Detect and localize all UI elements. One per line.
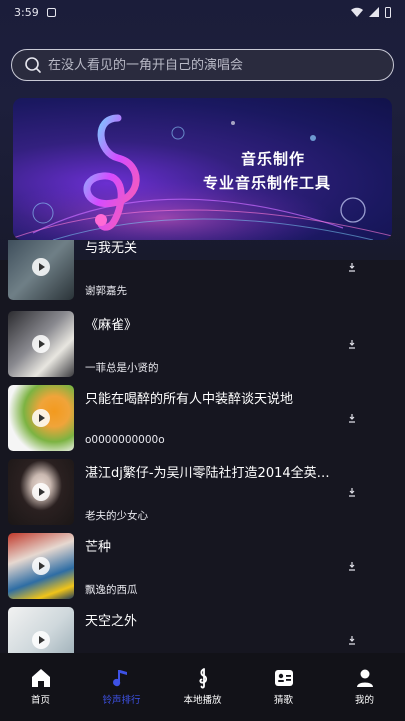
nav-item-guess-song[interactable]: 猜歌 (243, 653, 324, 721)
list-item[interactable]: 芒种 飘逸的西瓜 (0, 533, 405, 601)
nav-item-local-play[interactable]: 本地播放 (162, 653, 243, 721)
notification-icon (46, 7, 56, 17)
song-artist: 一菲总是小贤的 (85, 362, 159, 374)
wifi-icon (351, 7, 363, 17)
play-icon[interactable] (32, 557, 50, 575)
banner-subtitle: 专业音乐制作工具 (203, 174, 332, 192)
search-bar[interactable] (11, 49, 394, 81)
song-thumbnail (8, 385, 74, 451)
song-thumbnail (8, 607, 74, 653)
song-title: 芒种 (85, 540, 112, 555)
play-icon[interactable] (32, 631, 50, 649)
signal-icon (369, 7, 379, 17)
banner-artwork (13, 114, 392, 240)
song-artist: 谢郭嘉先 (85, 285, 127, 297)
song-thumbnail (8, 459, 74, 525)
play-icon[interactable] (32, 258, 50, 276)
download-icon[interactable] (347, 262, 357, 272)
home-icon (31, 669, 50, 687)
song-title: 与我无关 (85, 241, 138, 256)
search-input[interactable] (48, 57, 368, 73)
nav-label: 猜歌 (273, 695, 293, 706)
banner-title: 音乐制作 (241, 150, 306, 168)
status-bar: 3:59 (0, 0, 405, 24)
person-icon (356, 669, 373, 687)
song-title: 天空之外 (85, 614, 138, 629)
download-icon[interactable] (347, 561, 357, 571)
search-icon (25, 57, 41, 73)
list-item[interactable]: 天空之外 (0, 607, 405, 653)
song-thumbnail (8, 311, 74, 377)
download-icon[interactable] (347, 413, 357, 423)
nav-item-home[interactable]: 首页 (0, 653, 81, 721)
list-item[interactable]: 只能在喝醉的所有人中装醉谈天说地 o0000000000o (0, 385, 405, 453)
nav-label: 本地播放 (183, 695, 222, 706)
play-icon[interactable] (32, 483, 50, 501)
song-list[interactable]: 与我无关 谢郭嘉先 《麻雀》 一菲总是小贤的 只能在喝醉的所有人中装醉谈天说地 … (0, 240, 405, 653)
song-artist: 飘逸的西瓜 (85, 584, 138, 596)
promo-banner[interactable]: 音乐制作 专业音乐制作工具 (13, 98, 392, 240)
nav-item-ringtone-rank[interactable]: 铃声排行 (81, 653, 162, 721)
song-title: 湛江dj繁仔-为吴川零陆社打造2014全英文... (85, 466, 340, 481)
song-artist: 老夫的少女心 (85, 510, 148, 522)
play-icon[interactable] (32, 409, 50, 427)
quiz-card-icon (274, 670, 293, 686)
nav-label: 首页 (30, 695, 50, 706)
list-item[interactable]: 与我无关 谢郭嘉先 (0, 240, 405, 302)
play-icon[interactable] (32, 335, 50, 353)
list-item[interactable]: 湛江dj繁仔-为吴川零陆社打造2014全英文... 老夫的少女心 (0, 459, 405, 527)
song-thumbnail (8, 533, 74, 599)
status-time: 3:59 (14, 5, 39, 19)
song-title: 只能在喝醉的所有人中装醉谈天说地 (85, 392, 294, 407)
nav-label: 我的 (354, 695, 374, 706)
nav-item-profile[interactable]: 我的 (324, 653, 405, 721)
song-thumbnail (8, 240, 74, 300)
download-icon[interactable] (347, 635, 357, 645)
nav-label: 铃声排行 (102, 695, 141, 706)
song-title: 《麻雀》 (85, 318, 138, 333)
download-icon[interactable] (347, 487, 357, 497)
treble-clef-icon (198, 668, 207, 689)
song-artist: o0000000000o (85, 434, 165, 446)
list-item[interactable]: 《麻雀》 一菲总是小贤的 (0, 311, 405, 379)
download-icon[interactable] (347, 339, 357, 349)
battery-icon (385, 6, 391, 18)
bottom-nav: 首页 铃声排行 本地播放 猜歌 我的 (0, 653, 405, 721)
music-note-icon (112, 670, 127, 687)
